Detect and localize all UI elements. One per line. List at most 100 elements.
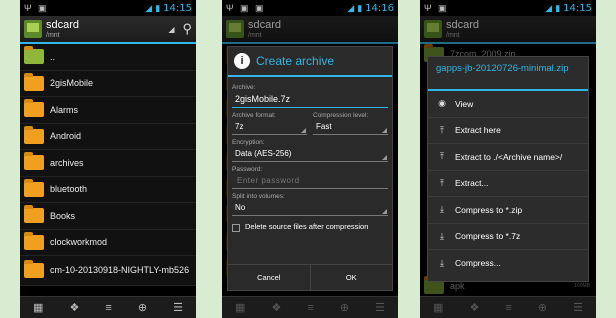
archive-label: Archive: [232, 84, 256, 91]
format-select[interactable]: 7z [232, 119, 307, 135]
folder-icon [24, 125, 44, 144]
grid-icon: ▦ [235, 302, 246, 314]
status-bar: Ψ ▣ ◢ ▮ 14:15 [20, 0, 196, 16]
delete-source-option[interactable]: Delete source files after compression [232, 222, 388, 232]
phone-context-menu: Ψ ▣ ◢ ▮ 14:15 sdcard /mnt 7zcom_2009.zip a… [420, 0, 596, 318]
sort-icon[interactable]: ≡ [105, 302, 111, 314]
action-bar: sdcard /mnt [420, 16, 596, 44]
menu-title: gapps-jb-20120726-minimal.zip [428, 57, 588, 91]
folder-icon [24, 260, 44, 278]
archive-name-input[interactable]: 2gisMobile.7z [232, 91, 388, 108]
list-item[interactable]: clockworkmod [20, 230, 196, 256]
list-item[interactable]: Android [20, 124, 196, 150]
status-bar: Ψ ▣ ◢ ▮ 14:15 [420, 0, 596, 16]
bottom-toolbar: ▦ ❖ ≡ ⊕ ☰ [222, 296, 398, 318]
folder-title: sdcard [248, 18, 282, 31]
menu-item-extract-to[interactable]: ⤒ Extract to ./<Archive name>/ [428, 144, 588, 171]
compression-select[interactable]: Fast [313, 119, 388, 135]
encryption-label: Encryption: [232, 139, 265, 146]
path-selector[interactable]: sdcard /mnt [46, 18, 168, 39]
folder-icon [24, 99, 44, 118]
folder-path: /mnt [446, 31, 460, 39]
password-input[interactable]: Enter password [232, 173, 388, 189]
folder-title: sdcard [446, 18, 480, 31]
eye-icon: ◉ [438, 98, 446, 109]
wrench-icon: ❖ [271, 302, 282, 314]
add-icon[interactable]: ⊕ [138, 301, 147, 314]
wrench-icon[interactable]: ❖ [69, 301, 79, 314]
menu-item-extract-here[interactable]: ⤒ Extract here [428, 118, 588, 144]
wrench-icon: ❖ [469, 302, 480, 314]
cancel-button[interactable]: Cancel [228, 265, 310, 290]
context-menu: gapps-jb-20120726-minimal.zip ◉ View ⤒ Ext… [427, 56, 589, 282]
clock: 14:15 [163, 2, 192, 14]
delete-source-checkbox[interactable] [232, 224, 240, 232]
list-item[interactable]: bluetooth [20, 177, 196, 203]
file-list: .. 2gisMobile Alarms Android archives bl… [20, 44, 196, 286]
usb-icon: Ψ ▣ [24, 2, 49, 13]
usb-icon: Ψ ▣ [424, 2, 449, 13]
action-bar: sdcard /mnt ◢ ⚲ [20, 16, 196, 44]
add-icon: ⊕ [537, 302, 548, 314]
list-item[interactable]: cm-10-20130918-NIGHTLY-mb526 [20, 256, 196, 286]
compression-label: Compression level: [313, 112, 369, 119]
split-label: Split into volumes: [232, 193, 285, 200]
bottom-toolbar: ▦ ❖ ≡ ⊕ ☰ [420, 296, 596, 318]
battery-icon: ▮ [155, 2, 161, 13]
list-item[interactable]: Books [20, 203, 196, 230]
encryption-select[interactable]: Data (AES-256) [232, 146, 388, 162]
search-icon[interactable]: ⚲ [182, 21, 192, 37]
list-item[interactable]: Alarms [20, 97, 196, 124]
action-bar: sdcard /mnt [222, 16, 398, 44]
list-item[interactable]: .. [20, 44, 196, 71]
battery-icon: ▮ [555, 2, 561, 13]
phone-file-list: Ψ ▣ ◢ ▮ 14:15 sdcard /mnt ◢ ⚲ .. 2gisMobil… [20, 0, 196, 318]
list-item[interactable]: archives [20, 150, 196, 177]
folder-icon [24, 178, 44, 197]
menu-item-compress[interactable]: ⤓ Compress... [428, 250, 588, 277]
sdcard-icon [226, 20, 244, 38]
signal-icon: ◢ [347, 2, 355, 13]
download-icon: ⤓ [440, 204, 444, 215]
folder-icon [24, 72, 44, 91]
upload-icon: ⤒ [440, 151, 444, 162]
clock: 14:15 [563, 2, 592, 14]
dialog-title: Create archive [256, 54, 335, 68]
menu-item-view[interactable]: ◉ View [428, 91, 588, 118]
ok-button[interactable]: OK [309, 265, 393, 290]
folder-icon [24, 231, 44, 250]
format-label: Archive format: [232, 112, 276, 119]
grid-icon: ▦ [433, 302, 444, 314]
chevron-down-icon[interactable]: ◢ [168, 25, 174, 34]
folder-path: /mnt [46, 31, 60, 39]
signal-icon: ◢ [145, 2, 153, 13]
list-item[interactable]: 2gisMobile [20, 71, 196, 97]
info-icon: i [234, 53, 250, 69]
sdcard-icon[interactable] [24, 20, 42, 38]
grid-icon[interactable]: ▦ [33, 301, 43, 314]
sdcard-icon [424, 20, 442, 38]
upload-icon: ⤒ [440, 177, 444, 188]
create-archive-dialog: i Create archive Archive: 2gisMobile.7z … [227, 46, 393, 291]
add-icon: ⊕ [339, 302, 350, 314]
download-icon: ⤓ [440, 230, 444, 241]
sort-icon: ≡ [307, 301, 314, 314]
menu-item-extract[interactable]: ⤒ Extract... [428, 171, 588, 197]
menu-item-compress-zip[interactable]: ⤓ Compress to *.zip [428, 197, 588, 224]
menu-icon[interactable]: ☰ [173, 301, 183, 314]
delete-source-label: Delete source files after compression [245, 222, 369, 231]
upload-icon: ⤒ [440, 124, 444, 135]
usb-icon: Ψ ▣ ▣ [226, 2, 266, 13]
menu-icon: ☰ [375, 302, 385, 314]
menu-item-compress-7z[interactable]: ⤓ Compress to *.7z [428, 224, 588, 250]
clock: 14:16 [365, 2, 394, 14]
folder-icon [24, 152, 44, 171]
sort-icon: ≡ [505, 301, 512, 314]
password-label: Password: [232, 166, 263, 173]
folder-title: sdcard [46, 18, 80, 31]
status-bar: Ψ ▣ ▣ ◢ ▮ 14:16 [222, 0, 398, 16]
battery-icon: ▮ [357, 2, 363, 13]
download-icon: ⤓ [440, 257, 444, 268]
split-select[interactable]: No [232, 200, 388, 216]
folder-icon [24, 205, 44, 224]
